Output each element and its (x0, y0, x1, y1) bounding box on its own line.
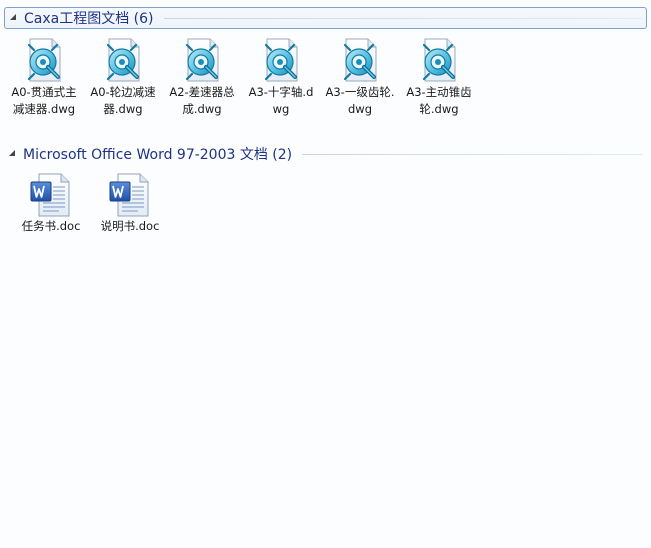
file-name: 任务书.doc (21, 219, 81, 233)
file-name: 说明书.doc (100, 219, 160, 233)
caxa-dwg-icon (99, 36, 147, 84)
group-divider (302, 153, 643, 155)
file-item[interactable]: 任务书.doc (13, 170, 89, 235)
group-header-caxa[interactable]: Caxa工程图文档 (6) (4, 7, 647, 29)
file-name: A3-主动锥齿轮.dwg (406, 85, 472, 116)
caxa-dwg-icon (178, 36, 226, 84)
file-name: A0-轮边减速器.dwg (90, 85, 156, 116)
caxa-dwg-icon (415, 36, 463, 84)
caxa-dwg-icon (20, 36, 68, 84)
file-item[interactable]: A0-贯通式主减速器.dwg (6, 36, 82, 118)
file-name: A2-差速器总成.dwg (169, 85, 235, 116)
file-item[interactable]: A0-轮边减速器.dwg (85, 36, 161, 118)
file-item[interactable]: A3-主动锥齿轮.dwg (401, 36, 477, 118)
file-item[interactable]: A3-一级齿轮.dwg (322, 36, 398, 118)
collapse-arrow-icon[interactable] (8, 12, 20, 24)
group-divider (163, 17, 642, 19)
caxa-dwg-icon (336, 36, 384, 84)
file-item[interactable]: A2-差速器总成.dwg (164, 36, 240, 118)
collapse-arrow-icon[interactable] (7, 148, 19, 160)
file-item[interactable]: 说明书.doc (92, 170, 168, 235)
group-title: Microsoft Office Word 97-2003 文档 (2) (23, 147, 293, 163)
group-header-word[interactable]: Microsoft Office Word 97-2003 文档 (2) (4, 143, 647, 165)
file-name: A3-十字轴.dwg (248, 85, 314, 116)
file-item[interactable]: A3-十字轴.dwg (243, 36, 319, 118)
group-title: Caxa工程图文档 (6) (24, 11, 154, 27)
file-name: A0-贯通式主减速器.dwg (11, 85, 77, 116)
word-doc-icon (106, 170, 154, 218)
caxa-dwg-icon (257, 36, 305, 84)
file-name: A3-一级齿轮.dwg (325, 85, 395, 116)
word-doc-icon (27, 170, 75, 218)
